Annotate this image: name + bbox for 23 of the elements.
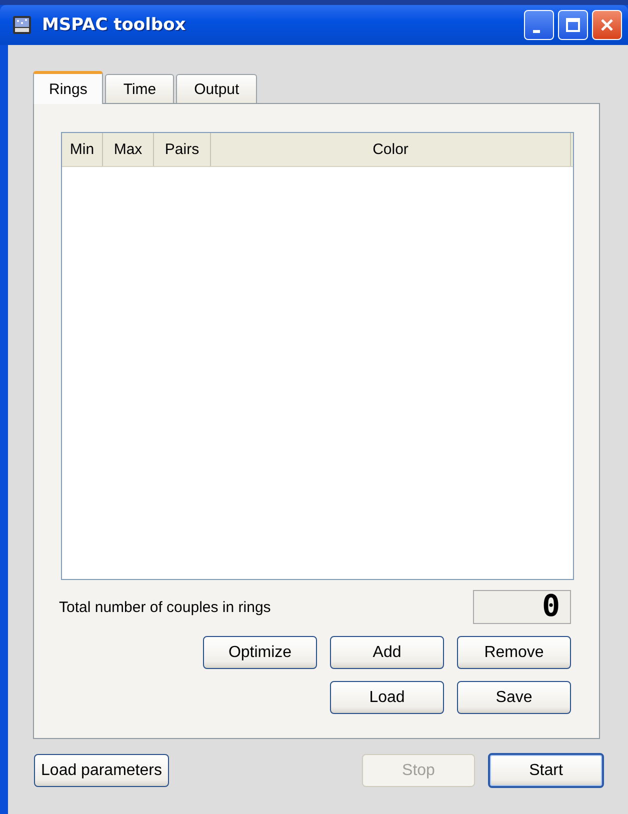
column-header[interactable]: Min — [62, 133, 103, 166]
total-label: Total number of couples in rings — [59, 598, 271, 616]
button[interactable]: Add — [330, 636, 444, 669]
minimize-icon — [533, 30, 540, 32]
button[interactable]: Start — [488, 753, 604, 788]
button[interactable]: Save — [457, 681, 571, 714]
tab[interactable]: Rings — [33, 71, 104, 104]
button[interactable]: Load — [330, 681, 444, 714]
button[interactable]: Remove — [457, 636, 571, 669]
tab[interactable]: Time — [105, 74, 174, 103]
button[interactable]: Load parameters — [34, 754, 169, 787]
minimize-button[interactable] — [524, 10, 554, 40]
close-button[interactable] — [592, 10, 622, 40]
maximize-button[interactable] — [558, 10, 588, 40]
app-icon — [12, 15, 32, 35]
tab[interactable]: Output — [176, 74, 258, 103]
total-display: 0 — [473, 590, 571, 624]
column-header[interactable]: Pairs — [154, 133, 211, 166]
column-header[interactable]: Max — [103, 133, 154, 166]
window-title: MSPAC toolbox — [42, 15, 187, 35]
button[interactable]: Optimize — [203, 636, 317, 669]
maximize-icon — [563, 15, 583, 35]
column-header[interactable]: Color — [211, 133, 571, 166]
